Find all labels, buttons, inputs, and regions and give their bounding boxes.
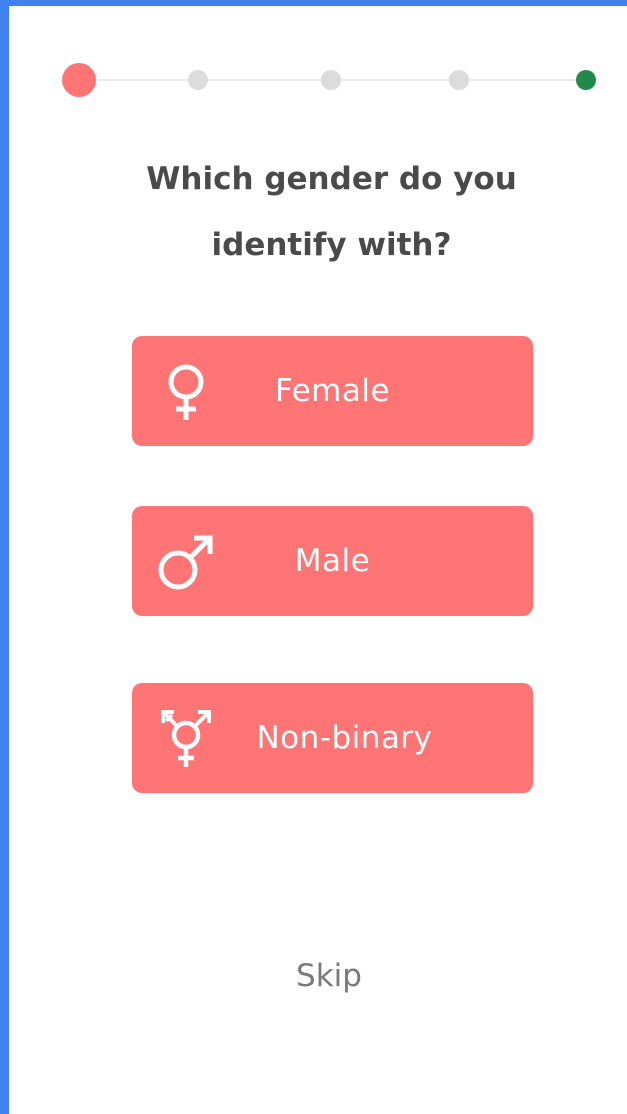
progress-step-2 xyxy=(188,70,208,90)
progress-step-1 xyxy=(62,63,96,97)
female-option-button[interactable]: Female xyxy=(132,336,533,446)
question-title: Which gender do you identify with? xyxy=(146,161,517,263)
female-option-label: Female xyxy=(274,373,391,409)
progress-step-4 xyxy=(449,70,469,90)
progress-step-3 xyxy=(321,70,341,90)
nonbinary-option-button[interactable]: Non-binary xyxy=(132,683,533,793)
male-option-label: Male xyxy=(294,543,371,579)
progress-stepper xyxy=(9,6,627,146)
progress-step-5 xyxy=(576,70,596,90)
skip-link[interactable]: Skip xyxy=(229,951,429,1001)
nonbinary-option-label: Non-binary xyxy=(256,720,433,756)
app-frame: Which gender do you identify with? Femal… xyxy=(0,0,627,1114)
male-option-button[interactable]: Male xyxy=(132,506,533,616)
